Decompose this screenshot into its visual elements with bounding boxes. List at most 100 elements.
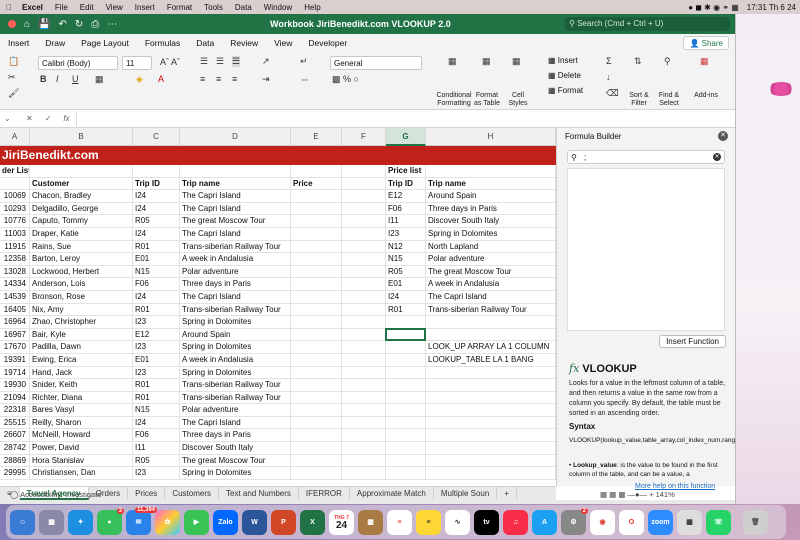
cell-h[interactable] bbox=[426, 328, 556, 342]
cell-c[interactable]: I24 bbox=[133, 190, 180, 203]
cell-c[interactable]: I24 bbox=[133, 416, 180, 430]
fill-color-icon[interactable]: ◈ bbox=[136, 74, 143, 85]
cell-d[interactable]: Polar adventure bbox=[180, 265, 291, 279]
italic-button[interactable]: I bbox=[56, 74, 59, 84]
cell-c[interactable]: I24 bbox=[133, 290, 180, 304]
cell-h[interactable] bbox=[426, 467, 556, 480]
cell-c[interactable]: I23 bbox=[133, 366, 180, 380]
cell-d[interactable]: The Capri Island bbox=[180, 190, 291, 203]
menu-view[interactable]: View bbox=[100, 3, 129, 12]
cell-b[interactable]: Bair, Kyle bbox=[30, 328, 133, 342]
clear-icon[interactable]: ⌫ bbox=[606, 88, 619, 99]
menu-insert[interactable]: Insert bbox=[129, 3, 161, 12]
align-bottom-icon[interactable]: ☰ bbox=[232, 56, 241, 67]
cell-a[interactable]: 25515 bbox=[0, 416, 30, 430]
autosum-icon[interactable]: Σ bbox=[606, 56, 612, 66]
cell-e[interactable] bbox=[291, 404, 342, 417]
cell-c[interactable]: E01 bbox=[133, 253, 180, 266]
cell-g[interactable]: N15 bbox=[386, 253, 426, 266]
close-icon[interactable]: ✕ bbox=[718, 131, 728, 141]
cell-h[interactable]: Discover South Italy bbox=[426, 215, 556, 228]
cell-f[interactable] bbox=[342, 353, 386, 367]
whatsapp-icon[interactable]: ☏ bbox=[706, 509, 731, 535]
cell-d[interactable]: The Capri Island bbox=[180, 290, 291, 304]
addins-button[interactable]: Add-ins bbox=[692, 92, 720, 100]
cell-e[interactable] bbox=[291, 316, 342, 329]
tab-insert[interactable]: Insert bbox=[0, 38, 37, 48]
cell-e[interactable] bbox=[291, 391, 342, 405]
cell-g[interactable]: R01 bbox=[386, 303, 426, 317]
cell-d[interactable]: The Capri Island bbox=[180, 416, 291, 430]
cell-e[interactable] bbox=[291, 215, 342, 228]
cell-h[interactable] bbox=[426, 316, 556, 329]
find-select-button[interactable]: Find & Select bbox=[654, 92, 684, 108]
align-top-icon[interactable]: ☰ bbox=[200, 56, 208, 67]
font-name-select[interactable]: Calibri (Body) bbox=[38, 56, 118, 70]
cell-e[interactable] bbox=[291, 429, 342, 443]
function-search-input[interactable]: ⚲ ; ✕ bbox=[567, 150, 725, 164]
cell-h[interactable]: North Lapland bbox=[426, 240, 556, 254]
cell-a[interactable]: 13028 bbox=[0, 265, 30, 279]
cell-f[interactable] bbox=[342, 240, 386, 254]
cell-d[interactable]: Trans-siberian Railway Tour bbox=[180, 240, 291, 254]
cell-b[interactable]: Rains, Sue bbox=[30, 240, 133, 254]
status-menu-icons[interactable]: ● ◼ ✱ ◉ ⚭ ▦ bbox=[688, 3, 739, 12]
settings-icon[interactable]: ⚙ 2 bbox=[561, 507, 588, 535]
cell-b[interactable]: Caputo, Tommy bbox=[30, 215, 133, 228]
col-c[interactable]: C bbox=[133, 128, 180, 146]
cell-f[interactable] bbox=[342, 303, 386, 317]
menubar-clock[interactable]: 17:31 Th 6 24 bbox=[747, 3, 796, 12]
cell-d[interactable]: Spring in Dolomites bbox=[180, 316, 291, 329]
cell-b[interactable]: Power, David bbox=[30, 442, 133, 455]
cell-f[interactable] bbox=[342, 341, 386, 354]
name-box[interactable]: ⌄ bbox=[0, 114, 20, 123]
selected-cell[interactable] bbox=[385, 327, 426, 342]
cell-d[interactable]: Spring in Dolomites bbox=[180, 467, 291, 480]
cell-a[interactable]: 16405 bbox=[0, 303, 30, 317]
cell-f[interactable] bbox=[342, 177, 386, 191]
app-store-icon[interactable]: A bbox=[532, 509, 557, 535]
cell-b[interactable]: Snider, Keith bbox=[30, 379, 133, 392]
cell-b[interactable]: Delgadillo, George bbox=[30, 202, 133, 216]
cell-a[interactable]: 19391 bbox=[0, 353, 30, 367]
col-g[interactable]: G bbox=[386, 128, 426, 146]
sheet-tab-multiple[interactable]: Multiple Soun bbox=[434, 487, 498, 500]
font-grow-icon[interactable]: Aˆ Aˇ bbox=[160, 57, 180, 67]
cell-a[interactable]: 10293 bbox=[0, 202, 30, 216]
cell-e[interactable] bbox=[291, 165, 342, 178]
messages-icon[interactable]: ● 3 bbox=[97, 507, 124, 535]
cell-a[interactable]: 29995 bbox=[0, 467, 30, 480]
cell-d[interactable]: Spring in Dolomites bbox=[180, 341, 291, 354]
menu-help[interactable]: Help bbox=[298, 3, 326, 12]
cell-b[interactable]: Zhao, Christopher bbox=[30, 316, 133, 329]
cell-c[interactable]: Trip ID bbox=[133, 177, 180, 191]
delete-cells-button[interactable]: ▦ Delete bbox=[548, 71, 581, 80]
cell-b[interactable]: Ewing, Erica bbox=[30, 353, 133, 367]
cell-c[interactable]: E12 bbox=[133, 328, 180, 342]
notes-icon[interactable]: ≡ bbox=[416, 509, 441, 535]
cell-h[interactable]: LOOK_UP ARRAY LA 1 COLUMN bbox=[426, 341, 556, 354]
cell-h[interactable]: The great Moscow Tour bbox=[426, 265, 556, 279]
cell-e[interactable] bbox=[291, 454, 342, 468]
cell-c[interactable] bbox=[133, 165, 180, 178]
cell-a[interactable]: 14334 bbox=[0, 278, 30, 291]
more-help-link[interactable]: More help on this function bbox=[635, 483, 715, 490]
cell-a[interactable]: 22318 bbox=[0, 404, 30, 417]
cell-e[interactable] bbox=[291, 265, 342, 279]
apple-icon[interactable]:  bbox=[0, 3, 18, 12]
cell-a[interactable]: 16967 bbox=[0, 328, 30, 342]
cell-e[interactable] bbox=[291, 379, 342, 392]
cell-h[interactable]: Trans-siberian Railway Tour bbox=[426, 303, 556, 317]
cell-e[interactable] bbox=[291, 467, 342, 480]
wrap-text-icon[interactable]: ↵ bbox=[300, 56, 308, 67]
paste-icon[interactable]: 📋 bbox=[8, 56, 19, 67]
cell-a[interactable]: 11915 bbox=[0, 240, 30, 254]
cell-d[interactable]: Trip name bbox=[180, 177, 291, 191]
cell-a[interactable]: 10069 bbox=[0, 190, 30, 203]
cell-h[interactable]: Three days in Paris bbox=[426, 202, 556, 216]
menu-window[interactable]: Window bbox=[258, 3, 298, 12]
cell-g[interactable]: E01 bbox=[386, 278, 426, 291]
cell-d[interactable]: A week in Andalusia bbox=[180, 353, 291, 367]
cell-g[interactable]: I24 bbox=[386, 290, 426, 304]
cell-c[interactable]: F06 bbox=[133, 429, 180, 443]
